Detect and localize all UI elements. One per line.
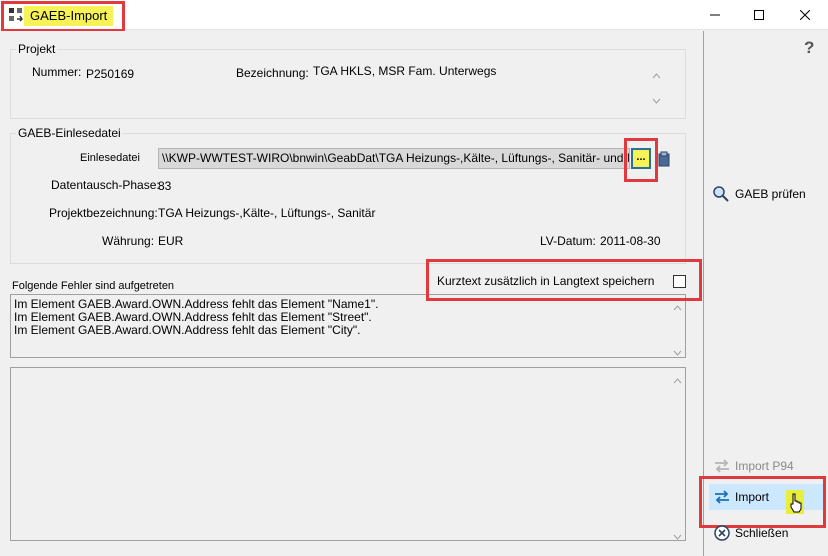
- einlesedatei-label: Einlesedatei: [80, 152, 140, 164]
- chevron-down-icon[interactable]: [673, 529, 682, 540]
- minimize-icon: [710, 10, 720, 20]
- magnifier-icon: [711, 184, 733, 204]
- import-label: Import: [735, 490, 770, 504]
- fehler-label: Folgende Fehler sind aufgetreten: [12, 280, 175, 292]
- nummer-label: Nummer:: [32, 65, 82, 79]
- einlesedatei-group-label: GAEB-Einlesedatei: [16, 126, 123, 140]
- projekt-group: [10, 49, 686, 119]
- swap-arrows-icon: [711, 456, 733, 476]
- chevron-down-icon[interactable]: [652, 93, 661, 104]
- import-p94-button[interactable]: Import P94: [709, 453, 825, 479]
- waehrung-value: EUR: [158, 234, 184, 248]
- langtext-textarea[interactable]: [10, 367, 686, 541]
- projektbez-label: Projektbezeichnung:: [49, 206, 158, 220]
- fehler-list: Im Element GAEB.Award.OWN.Address fehlt …: [14, 298, 378, 337]
- help-icon[interactable]: ?: [804, 38, 814, 58]
- projektbez-value: TGA Heizungs-,Kälte-, Lüftungs-, Sanitär: [158, 206, 376, 220]
- waehrung-label: Währung:: [102, 234, 155, 248]
- gaeb-pruefen-label: GAEB prüfen: [735, 187, 806, 201]
- projekt-group-label: Projekt: [16, 42, 58, 56]
- bezeichnung-label: Bezeichnung:: [236, 66, 309, 80]
- gaeb-pruefen-button[interactable]: GAEB prüfen: [709, 181, 825, 207]
- chevron-up-icon[interactable]: [673, 373, 682, 384]
- fehler-line: Im Element GAEB.Award.OWN.Address fehlt …: [14, 323, 361, 337]
- kurztext-checkbox[interactable]: [673, 275, 686, 288]
- swap-arrows-icon: [711, 487, 733, 507]
- maximize-button[interactable]: [736, 0, 782, 30]
- lvdatum-label: LV-Datum:: [540, 234, 596, 248]
- browse-button[interactable]: ...: [631, 148, 651, 169]
- minimize-button[interactable]: [692, 0, 738, 30]
- close-button[interactable]: [782, 0, 828, 30]
- title-bar: GAEB-Import: [0, 0, 828, 30]
- import-p94-label: Import P94: [735, 459, 794, 473]
- close-circle-icon: [711, 523, 733, 543]
- cursor-hand-icon: [789, 493, 803, 513]
- close-icon: [800, 10, 810, 20]
- lvdatum-value: 2011-08-30: [600, 234, 661, 248]
- bezeichnung-value: TGA HKLS, MSR Fam. Unterwegs: [313, 64, 497, 78]
- nummer-value: P250169: [86, 67, 135, 81]
- main-area: Projekt Nummer: P250169 Bezeichnung: TGA…: [0, 31, 703, 556]
- chevron-up-icon[interactable]: [673, 300, 682, 311]
- schliessen-label: Schließen: [735, 526, 789, 540]
- chevron-down-icon[interactable]: [673, 345, 682, 356]
- maximize-icon: [754, 10, 764, 20]
- einlesedatei-path-field[interactable]: \\KWP-WWTEST-WIRO\bnwin\GeabDat\TGA Heiz…: [158, 148, 630, 169]
- import-button[interactable]: Import: [709, 484, 825, 510]
- phase-label: Datentausch-Phase:: [51, 178, 160, 192]
- window-title: GAEB-Import: [24, 6, 114, 26]
- chevron-up-icon[interactable]: [652, 68, 661, 79]
- phase-value: 83: [158, 179, 172, 193]
- schliessen-button[interactable]: Schließen: [709, 520, 825, 546]
- kurztext-label: Kurztext zusätzlich in Langtext speicher…: [437, 274, 655, 288]
- app-icon: [8, 7, 24, 23]
- document-icon[interactable]: [657, 151, 671, 167]
